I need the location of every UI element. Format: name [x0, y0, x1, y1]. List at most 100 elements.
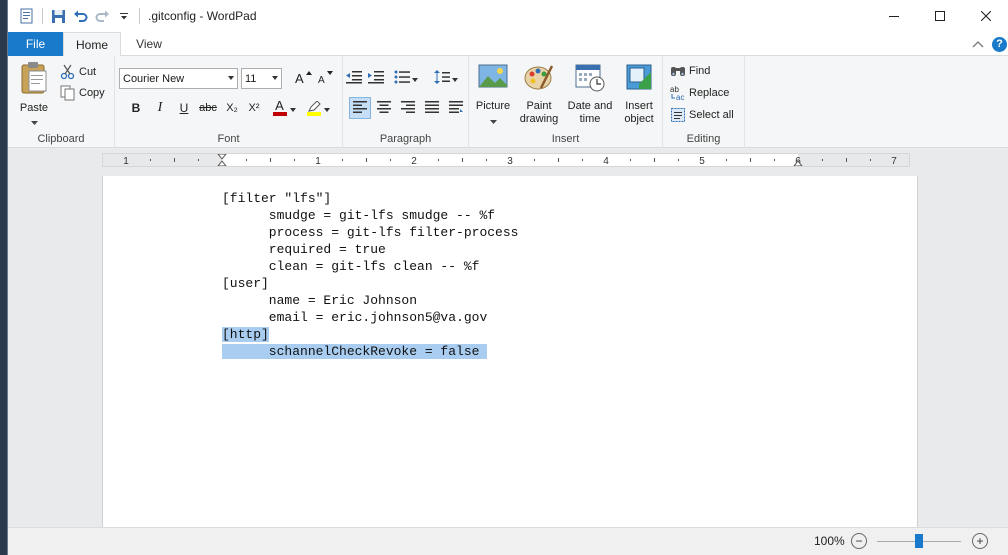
italic-button[interactable]: I	[149, 97, 171, 119]
cut-button[interactable]: Cut	[60, 62, 96, 82]
ruler-tick	[174, 158, 175, 162]
wordpad-window: .gitconfig - WordPad File Home View ? Pa…	[7, 0, 1008, 555]
insert-group: Picture Paint drawing Date and time Inse…	[469, 56, 663, 148]
calendar-clock-icon	[575, 62, 605, 96]
ruler-tick	[486, 159, 487, 161]
document-line[interactable]: name = Eric Johnson	[222, 292, 518, 309]
paragraph-dialog-button[interactable]	[445, 97, 467, 119]
ruler-tick	[630, 159, 631, 161]
document-text[interactable]: [filter "lfs"] smudge = git-lfs smudge -…	[222, 190, 518, 360]
picture-button[interactable]: Picture	[473, 62, 513, 128]
document-line[interactable]: clean = git-lfs clean -- %f	[222, 258, 518, 275]
zoom-out-button[interactable]: −	[851, 533, 867, 549]
chevron-down-icon	[272, 76, 278, 80]
superscript-button[interactable]: X²	[243, 97, 265, 119]
align-right-button[interactable]	[397, 97, 419, 119]
font-size-select[interactable]: 11	[241, 68, 282, 89]
window-controls	[871, 0, 1008, 32]
bullets-button[interactable]	[391, 67, 421, 89]
grow-font-icon: A	[294, 70, 312, 87]
wordpad-app-icon[interactable]	[16, 5, 38, 27]
document-line-text: [http]	[222, 327, 269, 342]
strikethrough-button[interactable]: abc	[197, 97, 219, 119]
document-line[interactable]: [filter "lfs"]	[222, 190, 518, 207]
document-line[interactable]: email = eric.johnson5@va.gov	[222, 309, 518, 326]
zoom-in-button[interactable]: +	[972, 533, 988, 549]
justify-button[interactable]	[421, 97, 443, 119]
document-line[interactable]: schannelCheckRevoke = false	[222, 343, 518, 360]
date-time-label-2: time	[579, 113, 601, 125]
maximize-button[interactable]	[917, 0, 963, 32]
document-line-text: email = eric.johnson5@va.gov	[222, 310, 488, 325]
subscript-button[interactable]: X₂	[221, 97, 243, 119]
insert-group-label: Insert	[551, 133, 580, 145]
align-center-icon	[377, 100, 391, 116]
minimize-ribbon-icon[interactable]	[972, 37, 984, 51]
paragraph-group-label: Paragraph	[379, 133, 432, 145]
bold-button[interactable]: B	[125, 97, 147, 119]
increase-indent-button[interactable]	[365, 67, 387, 89]
save-icon[interactable]	[47, 5, 69, 27]
left-indent-marker[interactable]	[217, 154, 227, 166]
minimize-button[interactable]	[871, 0, 917, 32]
shrink-font-button[interactable]: A	[314, 67, 336, 89]
document-line[interactable]: [user]	[222, 275, 518, 292]
zoom-level: 100%	[814, 534, 845, 548]
highlight-color-button[interactable]	[303, 97, 333, 119]
tab-home[interactable]: Home	[63, 32, 121, 57]
grow-font-button[interactable]: A	[292, 67, 314, 89]
align-left-icon	[353, 100, 367, 116]
ruler-number: 4	[603, 156, 609, 166]
window-title: .gitconfig - WordPad	[148, 9, 257, 23]
help-icon[interactable]: ?	[992, 36, 1007, 52]
copy-button[interactable]: Copy	[60, 83, 105, 103]
paste-label: Paste	[19, 102, 49, 114]
ruler-tick	[750, 158, 751, 162]
tab-file[interactable]: File	[8, 32, 63, 56]
document-line[interactable]: smudge = git-lfs smudge -- %f	[222, 207, 518, 224]
document-line[interactable]: [http]	[222, 326, 518, 343]
find-button[interactable]: Find	[670, 61, 710, 81]
align-left-button[interactable]	[349, 97, 371, 119]
underline-button[interactable]: U	[173, 97, 195, 119]
align-center-button[interactable]	[373, 97, 395, 119]
tab-view[interactable]: View	[125, 32, 173, 56]
line-spacing-button[interactable]	[431, 67, 461, 89]
paragraph-settings-icon	[449, 100, 463, 116]
clipboard-group-label: Clipboard	[37, 133, 85, 145]
editing-group-label: Editing	[686, 133, 721, 145]
undo-icon[interactable]	[69, 5, 91, 27]
font-group: Courier New 11 A A B I U abc X₂ X² A Fon…	[115, 56, 343, 148]
cut-label: Cut	[79, 66, 97, 78]
insert-object-label-2: object	[624, 113, 654, 125]
zoom-slider-thumb[interactable]	[915, 534, 923, 548]
select-all-icon	[670, 107, 686, 123]
paint-drawing-button[interactable]: Paint drawing	[517, 62, 561, 126]
ruler-tick	[846, 158, 847, 162]
redo-icon[interactable]	[91, 5, 113, 27]
font-color-button[interactable]: A	[269, 97, 299, 119]
select-all-button[interactable]: Select all	[670, 105, 734, 125]
date-time-button[interactable]: Date and time	[565, 62, 615, 126]
close-button[interactable]	[963, 0, 1008, 32]
ribbon-right-controls: ?	[972, 32, 1008, 56]
bullet-list-icon	[394, 70, 410, 87]
ruler-number: 3	[507, 156, 513, 166]
ruler[interactable]: 11234567	[102, 153, 910, 167]
replace-icon: ab ac	[670, 85, 686, 101]
replace-button[interactable]: ab ac Replace	[670, 83, 729, 103]
document-line[interactable]: process = git-lfs filter-process	[222, 224, 519, 241]
decrease-indent-button[interactable]	[343, 67, 365, 89]
insert-object-button[interactable]: Insert object	[619, 62, 659, 126]
clipboard-group: Paste Cut Copy Clipboard	[8, 56, 115, 148]
font-family-select[interactable]: Courier New	[119, 68, 238, 89]
customize-qat-icon[interactable]	[113, 5, 135, 27]
align-right-icon	[401, 100, 415, 116]
chevron-down-icon	[323, 101, 330, 115]
document-page[interactable]: [filter "lfs"] smudge = git-lfs smudge -…	[102, 176, 918, 527]
paste-button[interactable]: Paste	[16, 61, 52, 129]
qat-separator	[139, 8, 140, 24]
document-line[interactable]: required = true	[222, 241, 518, 258]
highlighter-icon	[306, 100, 321, 116]
ruler-tick	[774, 159, 775, 161]
